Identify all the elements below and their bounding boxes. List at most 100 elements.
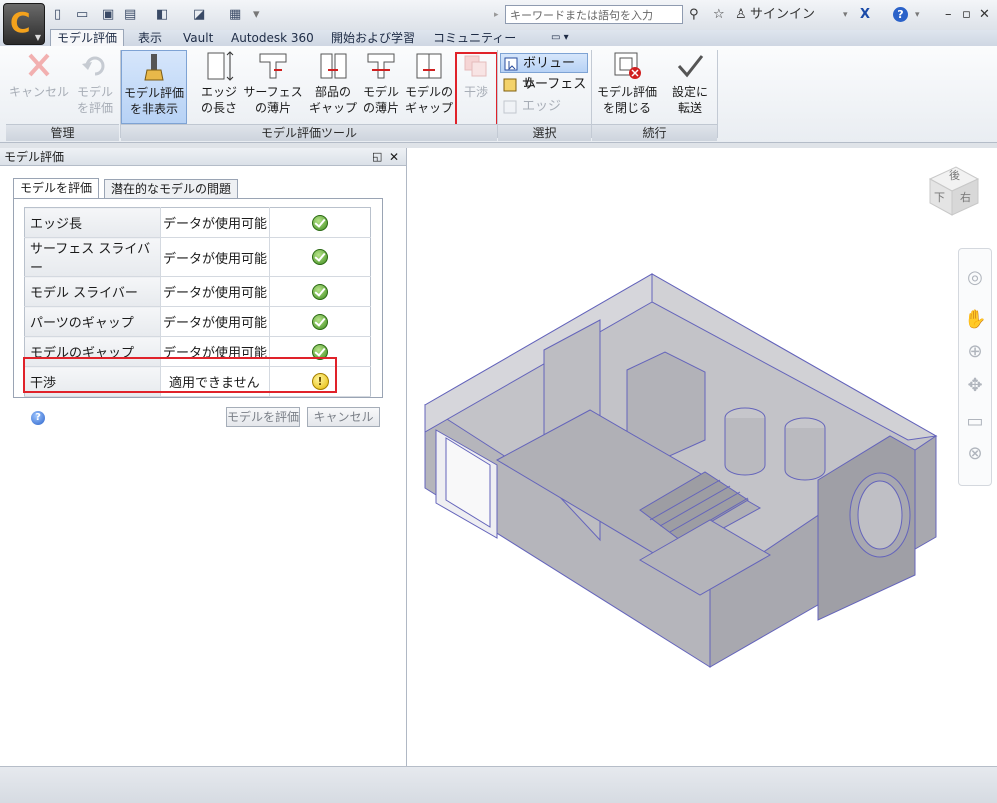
steering-wheel-icon[interactable]: ◎ <box>964 267 986 289</box>
check-name: モデルのギャップ <box>24 336 161 367</box>
table-row[interactable]: エッジ長 データが使用可能 <box>24 207 371 238</box>
edge-length-button[interactable]: エッジ の長さ <box>197 50 241 124</box>
select-volume-button[interactable]: ボリューム <box>500 53 588 91</box>
model-sliver-button[interactable]: モデル の薄片 <box>359 50 403 124</box>
check-name: サーフェス スライバー <box>24 237 161 277</box>
tab-getting-started[interactable]: 開始および学習 <box>325 30 421 46</box>
import-icon[interactable]: ◧ <box>156 6 168 24</box>
model-gap-button[interactable]: モデルの ギャップ <box>403 50 455 124</box>
binoculars-icon[interactable]: ⚲ <box>689 6 699 24</box>
cancel-button[interactable]: キャンセル <box>6 50 72 124</box>
tab-autodesk-360[interactable]: Autodesk 360 <box>225 30 320 46</box>
open-folder-icon[interactable]: ▭ <box>76 6 88 24</box>
part-gap-button[interactable]: 部品の ギャップ <box>307 50 359 124</box>
application-menu-button[interactable]: C ▼ <box>3 3 45 45</box>
restore-icon[interactable]: ▫ <box>962 6 971 24</box>
group-separator <box>717 50 718 138</box>
transfer-to-setup-button[interactable]: 設定に 転送 <box>664 50 716 124</box>
select-surface-button[interactable]: サーフェス <box>500 75 588 95</box>
model-gap-icon <box>412 50 446 82</box>
close-panel-icon[interactable]: ✕ <box>389 148 399 166</box>
check-status: データが使用可能 <box>160 306 270 337</box>
evaluate-label-1: モデル <box>76 85 113 99</box>
tab-potential-model-problems[interactable]: 潜在的なモデルの問題 <box>104 179 239 199</box>
table-row[interactable]: パーツのギャップ データが使用可能 <box>24 306 371 337</box>
title-bar: C ▼ ▯ ▭ ▣ ▤ ◧ ◪ ▦ ▾ ▸ キーワードまたは語句を入力 ⚲ ☆ … <box>0 0 997 45</box>
viewcube-right-face[interactable]: 右 <box>960 189 971 205</box>
check-icon <box>312 214 328 231</box>
check-status: データが使用可能 <box>160 207 270 238</box>
properties-icon[interactable]: ▦ <box>229 6 241 24</box>
model-gap-label-1: モデルの <box>404 85 453 99</box>
model-sliver-icon <box>364 50 398 82</box>
close-icon[interactable]: ✕ <box>979 6 990 24</box>
save-icon[interactable]: ▣ <box>102 6 114 24</box>
continue-group-label: 続行 <box>592 124 717 141</box>
ribbon-minimize-icon[interactable]: ▭ ▾ <box>545 30 575 46</box>
look-at-icon[interactable]: ▭ <box>964 411 986 433</box>
hide-model-evaluation-button[interactable]: モデル評価 を非表示 <box>121 50 187 124</box>
edge-length-icon <box>202 50 236 82</box>
evaluate-model-button[interactable]: モデル を評価 <box>72 50 118 124</box>
cancel-panel-button[interactable]: キャンセル <box>307 407 380 427</box>
hide-label-2: を非表示 <box>129 102 178 116</box>
evaluate-model-panel-button[interactable]: モデルを評価 <box>226 407 300 427</box>
app-logo-icon: C <box>10 6 31 39</box>
model-3d-view[interactable] <box>407 148 997 766</box>
tab-vault[interactable]: Vault <box>177 30 219 46</box>
table-row[interactable]: モデルのギャップ データが使用可能 <box>24 336 371 367</box>
viewcube-top-face[interactable]: 後 <box>949 167 960 183</box>
panel-title: モデル評価 ◱ ✕ <box>0 148 406 166</box>
zoom-icon[interactable]: ⊕ <box>964 341 986 363</box>
brush-icon <box>137 51 171 83</box>
material-icon[interactable]: ◪ <box>193 6 205 24</box>
help-icon[interactable]: ? <box>893 7 908 22</box>
surface-sliver-label-1: サーフェス <box>243 85 303 99</box>
table-row[interactable]: サーフェス スライバー データが使用可能 <box>24 237 371 277</box>
close-model-evaluation-button[interactable]: モデル評価 を閉じる <box>594 50 660 124</box>
part-gap-label-1: 部品の <box>314 85 351 99</box>
viewcube-front-face[interactable]: 下 <box>934 189 945 205</box>
customize-quick-access-icon[interactable]: ▾ <box>253 6 260 24</box>
float-panel-icon[interactable]: ◱ <box>372 148 382 166</box>
interference-button[interactable]: 干渉 <box>458 50 494 124</box>
signin-dropdown-icon[interactable]: ▾ <box>843 6 848 24</box>
sign-in-link[interactable]: サインイン <box>750 6 815 24</box>
minimize-icon[interactable]: – <box>945 6 952 24</box>
edge-label: エッジ <box>522 99 562 114</box>
chevron-down-icon: ▼ <box>34 33 41 42</box>
new-file-icon[interactable]: ▯ <box>54 6 61 24</box>
check-name: 干渉 <box>24 366 161 397</box>
close-evaluation-icon <box>610 50 644 82</box>
table-row[interactable]: 干渉 適用できません ! <box>24 366 371 397</box>
view-cube[interactable]: 後 下 右 <box>922 157 982 217</box>
check-status: データが使用可能 <box>160 336 270 367</box>
save-as-icon[interactable]: ▤ <box>124 6 136 24</box>
3d-viewport[interactable]: 後 下 右 <box>407 148 997 766</box>
model-gap-label-2: ギャップ <box>404 101 453 115</box>
orbit-icon[interactable]: ✥ <box>964 375 986 397</box>
help-dropdown-icon[interactable]: ▾ <box>915 6 920 24</box>
help-icon[interactable]: ? <box>31 411 45 425</box>
evaluate-label-2: を評価 <box>76 101 113 115</box>
table-row[interactable]: モデル スライバー データが使用可能 <box>24 276 371 307</box>
surface-sliver-button[interactable]: サーフェス の薄片 <box>241 50 305 124</box>
exchange-apps-icon[interactable]: X <box>860 6 870 24</box>
ribbon: キャンセル モデル を評価 管理 モデル評価 を非表示 エッジ の長さ サーフェ… <box>0 46 997 143</box>
tab-community[interactable]: コミュニティー <box>427 30 522 46</box>
expand-search-icon[interactable]: ▸ <box>494 6 499 24</box>
surface-label: サーフェス <box>522 77 587 92</box>
edge-length-label-1: エッジ <box>200 85 237 99</box>
tab-model-evaluation[interactable]: モデル評価 <box>50 29 125 47</box>
favorites-star-icon[interactable]: ☆ <box>713 6 725 24</box>
checkmark-icon <box>673 50 707 82</box>
tab-evaluate-model[interactable]: モデルを評価 <box>13 178 100 200</box>
check-icon <box>312 283 328 300</box>
close-navbar-icon[interactable]: ⊗ <box>964 443 986 465</box>
tab-view[interactable]: 表示 <box>132 30 168 46</box>
search-input[interactable]: キーワードまたは語句を入力 <box>505 5 683 24</box>
select-edge-button[interactable]: エッジ <box>500 97 588 117</box>
check-name: パーツのギャップ <box>24 306 161 337</box>
pan-hand-icon[interactable]: ✋ <box>964 309 986 331</box>
check-status: 適用できません <box>160 366 270 397</box>
